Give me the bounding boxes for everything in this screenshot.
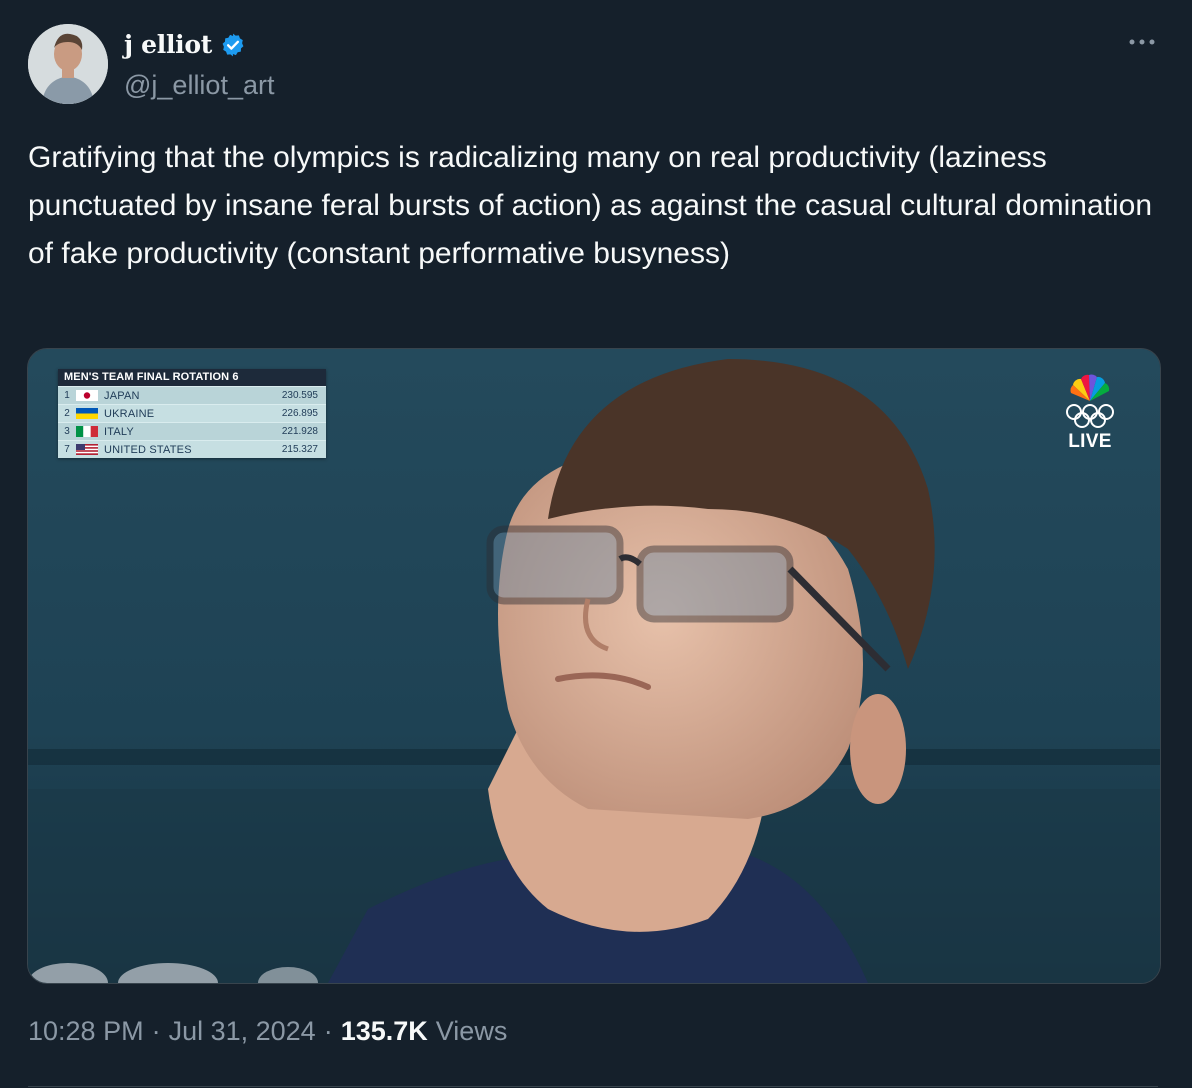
views-label[interactable]: Views (436, 1016, 508, 1047)
more-options-button[interactable] (1126, 30, 1158, 54)
country: UKRAINE (104, 407, 155, 420)
tweet-date[interactable]: Jul 31, 2024 (169, 1016, 316, 1047)
peacock-logo-icon (1070, 374, 1110, 401)
meta-separator: · (323, 1016, 333, 1046)
score: 221.928 (281, 426, 318, 437)
italy-flag-icon (76, 426, 98, 437)
country: JAPAN (104, 389, 140, 402)
rank: 2 (64, 408, 70, 419)
scoreboard-row: 7 UNITED STATES 215.327 (58, 440, 326, 458)
japan-flag-icon (76, 390, 98, 401)
more-dots-icon (1129, 39, 1155, 45)
country: ITALY (104, 425, 134, 438)
avatar-image (28, 24, 108, 104)
olympic-rings-icon (1066, 404, 1114, 428)
usa-flag-icon (76, 444, 98, 455)
score: 226.895 (281, 408, 318, 419)
tweet: j elliot @j_elliot_art Gratifying that t… (0, 0, 1192, 1088)
handle[interactable]: @j_elliot_art (124, 70, 274, 101)
tweet-media[interactable]: MEN'S TEAM FINAL ROTATION 6 1 JAPAN 230.… (27, 348, 1161, 984)
display-name[interactable]: j elliot (124, 30, 212, 59)
views-count[interactable]: 135.7K (341, 1016, 428, 1047)
scoreboard-row: 1 JAPAN 230.595 (58, 386, 326, 404)
divider (28, 1086, 1158, 1087)
scoreboard: MEN'S TEAM FINAL ROTATION 6 1 JAPAN 230.… (58, 369, 326, 458)
avatar[interactable] (28, 24, 108, 104)
author-name-row: j elliot (124, 30, 246, 59)
tweet-meta: 10:28 PM · Jul 31, 2024 · 135.7K Views (28, 1016, 507, 1047)
rank: 3 (64, 426, 70, 437)
network-logo: LIVE (1060, 373, 1120, 463)
scoreboard-row: 2 UKRAINE 226.895 (58, 404, 326, 422)
score: 230.595 (281, 390, 318, 401)
score: 215.327 (281, 444, 318, 455)
rank: 7 (64, 444, 70, 455)
meta-separator: · (151, 1016, 161, 1046)
country: UNITED STATES (104, 443, 192, 456)
verified-badge-icon[interactable] (220, 32, 246, 58)
scoreboard-title: MEN'S TEAM FINAL ROTATION 6 (58, 369, 326, 386)
ukraine-flag-icon (76, 408, 98, 419)
live-label: LIVE (1068, 431, 1112, 452)
scoreboard-row: 3 ITALY 221.928 (58, 422, 326, 440)
tweet-time[interactable]: 10:28 PM (28, 1016, 144, 1047)
rank: 1 (64, 390, 70, 401)
tweet-text: Gratifying that the olympics is radicali… (28, 141, 1153, 270)
